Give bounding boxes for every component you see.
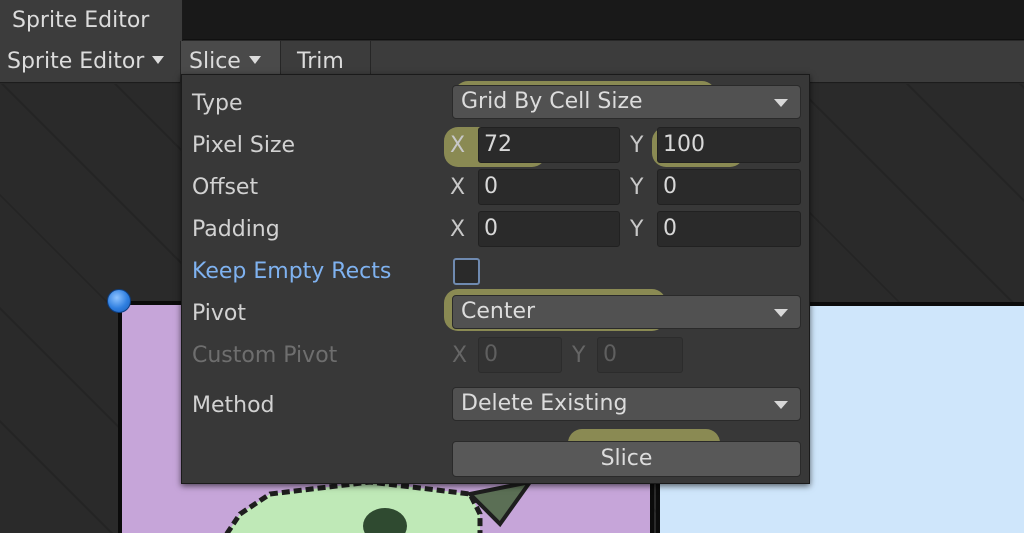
offset-label: Offset: [192, 175, 259, 200]
method-dropdown[interactable]: Delete Existing: [452, 387, 801, 421]
padding-label: Padding: [192, 217, 280, 242]
sprite-editor-mode-label: Sprite Editor: [7, 49, 145, 74]
offset-y-axis-label: Y: [630, 175, 644, 200]
custom-pivot-y-axis-label: Y: [572, 343, 586, 368]
custom-pivot-y-field: 0: [597, 337, 683, 373]
sprite-editor-mode-dropdown[interactable]: Sprite Editor: [0, 41, 181, 83]
offset-x-field[interactable]: 0: [478, 169, 620, 205]
padding-y-field[interactable]: 0: [657, 211, 801, 247]
method-label: Method: [192, 393, 275, 418]
pixel-size-x-field[interactable]: 72: [478, 127, 620, 163]
selection-handle-icon[interactable]: [107, 289, 131, 313]
pivot-value: Center: [461, 299, 536, 324]
custom-pivot-label: Custom Pivot: [192, 343, 338, 368]
pixel-size-label: Pixel Size: [192, 133, 296, 158]
pivot-label: Pivot: [192, 301, 247, 326]
padding-y-axis-label: Y: [630, 217, 644, 242]
offset-y-field[interactable]: 0: [657, 169, 801, 205]
caret-down-icon: [248, 56, 261, 64]
dropdown-arrow-icon: [774, 401, 788, 409]
type-label: Type: [192, 91, 243, 116]
window-tab-strip: Sprite Editor: [0, 0, 1024, 41]
sprite-body-shape: [224, 479, 483, 533]
method-value: Delete Existing: [461, 391, 628, 416]
keep-empty-rects-label[interactable]: Keep Empty Rects: [192, 259, 391, 284]
slice-menu-label: Slice: [189, 49, 241, 74]
keep-empty-rects-checkbox[interactable]: [453, 258, 480, 285]
padding-x-field[interactable]: 0: [478, 211, 620, 247]
pixel-size-y-axis-label: Y: [630, 133, 644, 158]
padding-x-axis-label: X: [450, 217, 466, 242]
dropdown-arrow-icon: [774, 309, 788, 317]
custom-pivot-x-field: 0: [478, 337, 562, 373]
type-value: Grid By Cell Size: [461, 89, 643, 114]
pivot-dropdown[interactable]: Center: [452, 295, 801, 329]
pixel-size-y-field[interactable]: 100: [657, 127, 801, 163]
caret-down-icon: [152, 56, 165, 64]
slice-popup: Type Grid By Cell Size Pixel Size X 72 Y…: [181, 74, 810, 484]
trim-label: Trim: [297, 49, 344, 74]
offset-x-axis-label: X: [450, 175, 466, 200]
type-dropdown[interactable]: Grid By Cell Size: [452, 85, 801, 119]
slice-button[interactable]: Slice: [452, 441, 801, 477]
custom-pivot-x-axis-label: X: [452, 343, 468, 368]
window-tab-sprite-editor[interactable]: Sprite Editor: [0, 0, 183, 41]
dropdown-arrow-icon: [774, 99, 788, 107]
pixel-size-x-axis-label: X: [450, 133, 466, 158]
